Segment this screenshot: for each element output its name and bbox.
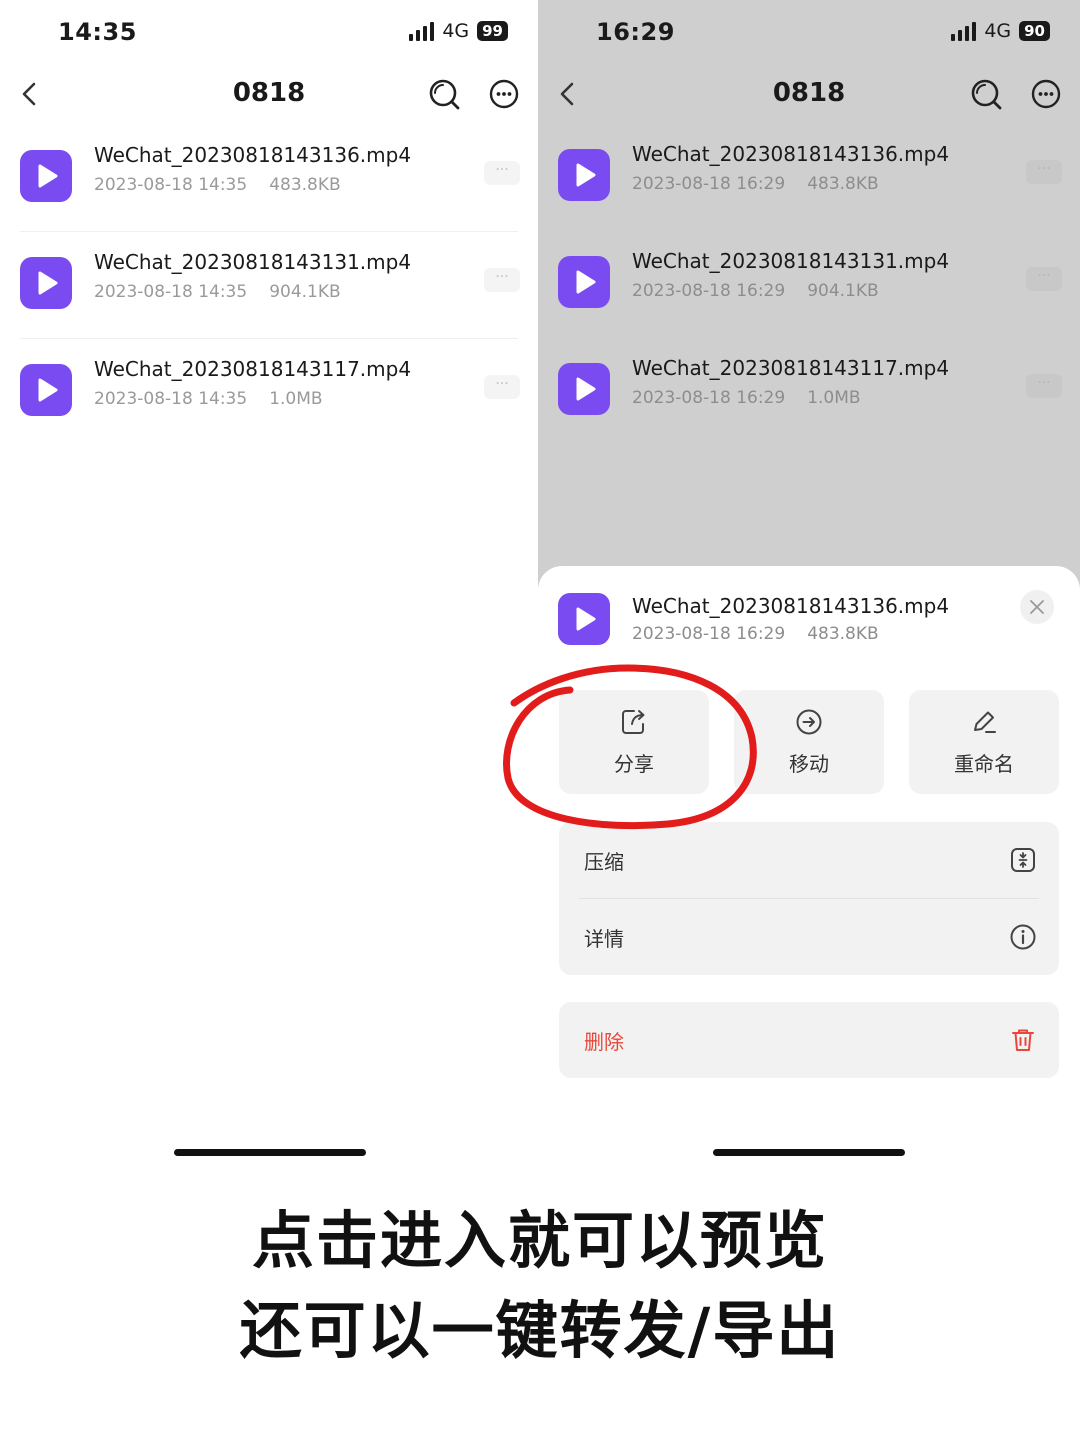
row-more-icon[interactable]: ··· <box>484 375 520 399</box>
file-meta: 2023-08-18 16:29 904.1KB <box>632 281 879 301</box>
signal-icon <box>951 21 977 41</box>
delete-menu-item[interactable]: 删除 <box>559 1002 1059 1078</box>
home-indicator <box>174 1149 366 1156</box>
trash-icon <box>1012 1029 1034 1051</box>
network-type: 4G <box>984 20 1012 42</box>
status-indicators: 4G 99 <box>409 20 508 42</box>
file-name: WeChat_20230818143136.mp4 <box>632 142 950 166</box>
move-label: 移动 <box>789 752 829 776</box>
share-button[interactable]: 分享 <box>559 690 709 794</box>
row-more-icon[interactable]: ··· <box>484 268 520 292</box>
row-more-icon[interactable]: ··· <box>484 161 520 185</box>
status-time: 14:35 <box>58 18 137 46</box>
caption-line-2: 还可以一键转发/导出 <box>239 1294 841 1367</box>
file-date: 2023-08-18 14:35 <box>94 175 248 195</box>
file-date: 2023-08-18 14:35 <box>94 282 248 302</box>
nav-bar: 0818 <box>0 68 538 120</box>
status-time: 16:29 <box>596 18 675 46</box>
left-screen: 14:35 4G 99 0818 WeChat_20230818143136.m… <box>0 0 538 1180</box>
row-more-icon[interactable]: ··· <box>1026 160 1062 184</box>
info-icon <box>1010 924 1036 950</box>
sheet-file-name: WeChat_20230818143136.mp4 <box>632 594 950 618</box>
file-size: 483.8KB <box>807 174 879 194</box>
video-file-icon <box>558 149 610 201</box>
file-size: 1.0MB <box>269 389 323 409</box>
file-size: 1.0MB <box>807 388 861 408</box>
move-button[interactable]: 移动 <box>734 690 884 794</box>
video-file-icon <box>558 256 610 308</box>
video-file-icon <box>20 364 72 416</box>
caption-line-1: 点击进入就可以预览 <box>251 1204 828 1277</box>
home-indicator <box>713 1149 905 1156</box>
file-action-sheet: WeChat_20230818143136.mp4 2023-08-18 16:… <box>538 566 1080 1180</box>
file-size: 904.1KB <box>807 281 879 301</box>
file-date: 2023-08-18 16:29 <box>632 281 786 301</box>
list-item[interactable]: WeChat_20230818143131.mp4 2023-08-18 14:… <box>0 232 538 338</box>
compress-menu-item[interactable]: 压缩 <box>559 822 1059 898</box>
file-date: 2023-08-18 16:29 <box>632 388 786 408</box>
status-indicators: 4G 90 <box>951 20 1050 42</box>
details-label: 详情 <box>584 927 624 951</box>
video-file-icon <box>558 593 610 645</box>
network-type: 4G <box>442 20 470 42</box>
delete-label: 删除 <box>584 1030 624 1054</box>
list-item[interactable]: WeChat_20230818143131.mp4 2023-08-18 16:… <box>538 231 1080 337</box>
video-file-icon <box>20 150 72 202</box>
file-size: 483.8KB <box>807 624 879 644</box>
share-label: 分享 <box>614 752 654 776</box>
file-name: WeChat_20230818143131.mp4 <box>632 249 950 273</box>
danger-menu-group: 删除 <box>559 1002 1059 1078</box>
file-meta: 2023-08-18 14:35 904.1KB <box>94 282 341 302</box>
search-icon[interactable] <box>424 74 464 114</box>
list-item[interactable]: WeChat_20230818143117.mp4 2023-08-18 14:… <box>0 339 538 445</box>
edit-pencil-icon <box>974 711 996 733</box>
close-icon <box>1030 600 1044 614</box>
nav-bar: 0818 <box>538 68 1080 120</box>
details-menu-item[interactable]: 详情 <box>559 899 1059 975</box>
file-date: 2023-08-18 16:29 <box>632 624 786 644</box>
move-icon <box>796 709 822 735</box>
search-icon[interactable] <box>966 74 1006 114</box>
video-file-icon <box>558 363 610 415</box>
right-screen: 16:29 4G 90 0818 WeChat_20230818143136.m… <box>538 0 1080 1180</box>
file-name: WeChat_20230818143117.mp4 <box>94 357 412 381</box>
compress-label: 压缩 <box>584 850 624 874</box>
battery-level: 90 <box>1019 21 1050 41</box>
file-meta: 2023-08-18 14:35 1.0MB <box>94 389 323 409</box>
row-more-icon[interactable]: ··· <box>1026 267 1062 291</box>
file-name: WeChat_20230818143117.mp4 <box>632 356 950 380</box>
more-options-icon[interactable] <box>484 74 524 114</box>
file-date: 2023-08-18 14:35 <box>94 389 248 409</box>
list-item[interactable]: WeChat_20230818143136.mp4 2023-08-18 16:… <box>538 124 1080 230</box>
file-meta: 2023-08-18 14:35 483.8KB <box>94 175 341 195</box>
video-file-icon <box>20 257 72 309</box>
file-size: 483.8KB <box>269 175 341 195</box>
close-button[interactable] <box>1020 590 1054 624</box>
menu-group: 压缩 详情 <box>559 822 1059 975</box>
file-name: WeChat_20230818143136.mp4 <box>94 143 412 167</box>
file-meta: 2023-08-18 16:29 483.8KB <box>632 174 879 194</box>
status-bar: 14:35 4G 99 <box>0 14 538 54</box>
file-meta: 2023-08-18 16:29 1.0MB <box>632 388 861 408</box>
status-bar: 16:29 4G 90 <box>538 14 1080 54</box>
battery-level: 99 <box>477 21 508 41</box>
list-item[interactable]: WeChat_20230818143136.mp4 2023-08-18 14:… <box>0 125 538 231</box>
file-size: 904.1KB <box>269 282 341 302</box>
row-more-icon[interactable]: ··· <box>1026 374 1062 398</box>
compress-icon <box>1011 848 1035 872</box>
rename-label: 重命名 <box>954 752 1014 776</box>
file-date: 2023-08-18 16:29 <box>632 174 786 194</box>
rename-button[interactable]: 重命名 <box>909 690 1059 794</box>
share-icon <box>622 710 645 734</box>
file-name: WeChat_20230818143131.mp4 <box>94 250 412 274</box>
list-item[interactable]: WeChat_20230818143117.mp4 2023-08-18 16:… <box>538 338 1080 444</box>
signal-icon <box>409 21 435 41</box>
more-options-icon[interactable] <box>1026 74 1066 114</box>
sheet-file-meta: 2023-08-18 16:29 483.8KB <box>632 624 879 644</box>
